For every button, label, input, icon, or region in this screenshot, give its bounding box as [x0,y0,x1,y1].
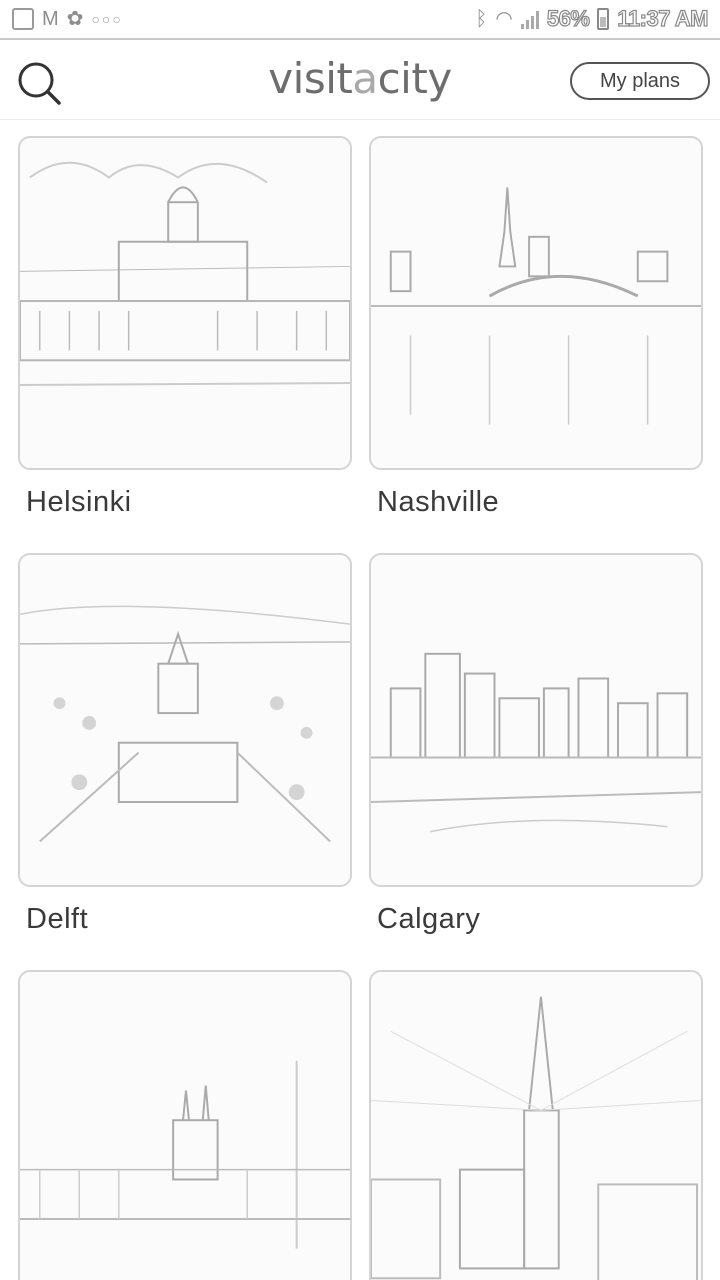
city-card-delft[interactable]: Delft [18,553,352,936]
more-dots-icon: ○○○ [91,11,123,27]
city-card-6[interactable] [369,970,703,1280]
city-photo-calgary [369,553,703,887]
gallery-icon [12,8,34,30]
signal-icon [520,9,539,29]
status-bar: M ✿ ○○○ ᛒ ◠ 56% 11:37 AM [0,0,720,40]
status-right-icons: ᛒ ◠ 56% 11:37 AM [475,5,709,32]
battery-icon [597,8,610,30]
city-grid: Helsinki Nashville Delft Calgary [0,122,720,1280]
app-header: visitacity My plans [0,42,720,120]
my-plans-button[interactable]: My plans [570,62,710,100]
brand-suffix: city [377,54,453,103]
status-left-icons: M ✿ ○○○ [12,8,123,30]
gmail-icon: M [42,8,59,30]
city-name: Helsinki [26,486,132,518]
city-name: Nashville [377,486,500,518]
city-photo-helsinki [18,136,352,470]
pinwheel-icon: ✿ [66,8,84,30]
city-name: Delft [26,903,89,935]
battery-percent: 56% [546,5,590,31]
city-card-nashville[interactable]: Nashville [369,136,703,519]
city-photo-5 [18,970,352,1280]
status-time: 11:37 AM [617,5,709,31]
city-photo-6 [369,970,703,1280]
city-card-calgary[interactable]: Calgary [369,553,703,936]
city-photo-nashville [369,136,703,470]
city-photo-delft [18,553,352,887]
brand-prefix: visit [268,54,353,103]
brand-highlight: a [352,54,378,103]
city-card-5[interactable] [18,970,352,1280]
bluetooth-icon: ᛒ [475,8,488,30]
wifi-icon: ◠ [495,8,513,30]
city-name: Calgary [377,903,481,935]
city-card-helsinki[interactable]: Helsinki [18,136,352,519]
